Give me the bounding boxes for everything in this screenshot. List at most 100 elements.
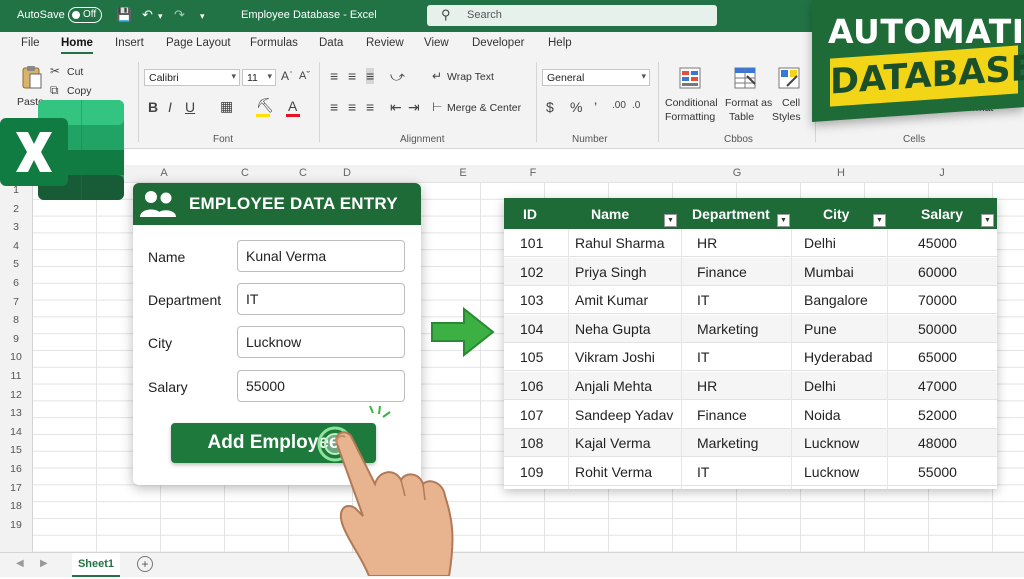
comma-icon[interactable]: ’ — [594, 99, 597, 115]
filter-dropdown-icon[interactable]: ▼ — [981, 214, 994, 227]
align-bottom-icon[interactable]: ≡ — [366, 68, 375, 84]
percent-icon[interactable]: % — [570, 99, 582, 115]
cell-styles-button[interactable]: Cell — [782, 97, 800, 109]
align-top-icon[interactable]: ≡ — [330, 68, 338, 84]
tab-developer[interactable]: Developer — [472, 37, 524, 49]
row-header[interactable]: 13 — [0, 407, 32, 419]
name-field[interactable]: Kunal Verma — [237, 240, 405, 272]
column-header[interactable]: G — [722, 167, 752, 179]
tab-insert[interactable]: Insert — [115, 37, 144, 49]
font-color-icon[interactable]: A — [288, 98, 297, 114]
tab-review[interactable]: Review — [366, 37, 404, 49]
salary-field[interactable]: 55000 — [237, 370, 405, 402]
cell-styles-icon[interactable] — [777, 66, 801, 90]
table-row[interactable]: 107 Sandeep Yadav Finance Noida 52000 — [504, 400, 997, 429]
department-field[interactable]: IT — [237, 283, 405, 315]
align-left-icon[interactable]: ≡ — [330, 99, 338, 115]
tab-page-layout[interactable]: Page Layout — [166, 37, 231, 49]
format-as-table-icon[interactable] — [733, 66, 757, 90]
column-header[interactable]: H — [826, 167, 856, 179]
scroll-left-icon[interactable]: ◀ — [16, 558, 24, 569]
align-center-icon[interactable]: ≡ — [348, 99, 356, 115]
row-header[interactable]: 6 — [0, 277, 32, 289]
row-header[interactable]: 15 — [0, 444, 32, 456]
conditional-formatting-icon[interactable] — [678, 66, 702, 90]
column-header[interactable]: C — [230, 167, 260, 179]
row-header[interactable]: 8 — [0, 314, 32, 326]
number-format-select[interactable]: General ▾ — [542, 69, 650, 86]
column-header[interactable]: A — [149, 167, 179, 179]
sheet-tab[interactable]: Sheet1 — [72, 553, 120, 577]
increase-decimal-icon[interactable]: .00 — [612, 100, 626, 111]
row-header[interactable]: 18 — [0, 500, 32, 512]
row-header[interactable]: 14 — [0, 426, 32, 438]
underline-icon[interactable]: U — [185, 99, 195, 115]
row-header[interactable]: 4 — [0, 240, 32, 252]
table-row[interactable]: 105 Vikram Joshi IT Hyderabad 65000 — [504, 343, 997, 372]
filter-dropdown-icon[interactable]: ▼ — [777, 214, 790, 227]
tab-view[interactable]: View — [424, 37, 449, 49]
table-row[interactable]: 106 Anjali Mehta HR Delhi 47000 — [504, 372, 997, 400]
column-header[interactable]: F — [518, 167, 548, 179]
cut-button[interactable]: Cut — [67, 66, 83, 78]
row-header[interactable]: 5 — [0, 258, 32, 270]
filter-dropdown-icon[interactable]: ▼ — [873, 214, 886, 227]
font-name-select[interactable]: Calibri ▾ — [144, 69, 240, 86]
tab-file[interactable]: File — [21, 37, 40, 49]
tab-formulas[interactable]: Formulas — [250, 37, 298, 49]
merge-center-button[interactable]: Merge & Center — [447, 102, 521, 114]
table-row[interactable]: 102 Priya Singh Finance Mumbai 60000 — [504, 257, 997, 286]
row-header[interactable]: 2 — [0, 203, 32, 215]
increase-font-icon[interactable]: Aˈ — [281, 69, 293, 83]
table-row[interactable]: 104 Neha Gupta Marketing Pune 50000 — [504, 314, 997, 343]
row-header[interactable]: 16 — [0, 463, 32, 475]
tab-data[interactable]: Data — [319, 37, 343, 49]
fill-color-icon[interactable]: ⛏ — [256, 97, 274, 114]
tab-home[interactable]: Home — [61, 37, 93, 54]
conditional-formatting-button[interactable]: Conditional — [665, 97, 718, 109]
undo-dropdown-icon[interactable]: ▾ — [158, 11, 163, 22]
column-header[interactable]: J — [927, 167, 957, 179]
row-header[interactable]: 19 — [0, 519, 32, 531]
column-header[interactable]: E — [448, 167, 478, 179]
currency-icon[interactable]: $ — [546, 99, 554, 115]
decrease-decimal-icon[interactable]: .0 — [632, 100, 640, 111]
table-row[interactable]: 109 Rohit Verma IT Lucknow 55000 — [504, 457, 997, 486]
font-size-select[interactable]: 11 ▾ — [242, 69, 276, 86]
borders-icon[interactable]: ▦ — [220, 98, 233, 115]
decrease-indent-icon[interactable]: ⇤ — [390, 99, 402, 116]
add-sheet-icon[interactable]: + — [137, 556, 153, 572]
autosave-toggle[interactable]: Off — [68, 7, 102, 23]
align-middle-icon[interactable]: ≡ — [348, 68, 356, 84]
undo-icon[interactable]: ↶ — [142, 7, 153, 23]
tab-help[interactable]: Help — [548, 37, 572, 49]
row-header[interactable]: 11 — [0, 370, 32, 382]
column-header[interactable]: C — [288, 167, 318, 179]
filter-dropdown-icon[interactable]: ▼ — [664, 214, 677, 227]
city-field[interactable]: Lucknow — [237, 326, 405, 358]
align-right-icon[interactable]: ≡ — [366, 99, 374, 115]
table-row[interactable]: 101 Rahul Sharma HR Delhi 45000 — [504, 229, 997, 257]
search-box[interactable]: ⚲ Search — [427, 5, 717, 26]
row-header[interactable]: 17 — [0, 482, 32, 494]
decrease-font-icon[interactable]: Aˇ — [299, 70, 310, 82]
orientation-icon[interactable]: ⤻ — [390, 68, 405, 85]
row-header[interactable]: 3 — [0, 221, 32, 233]
table-row[interactable]: 108 Kajal Verma Marketing Lucknow 48000 — [504, 429, 997, 458]
customize-qat-icon[interactable]: ▾ — [200, 11, 205, 22]
row-header[interactable]: 7 — [0, 296, 32, 308]
row-header[interactable]: 10 — [0, 351, 32, 363]
paste-icon[interactable] — [20, 64, 44, 89]
increase-indent-icon[interactable]: ⇥ — [408, 99, 420, 116]
format-as-table-button[interactable]: Format as — [725, 97, 772, 109]
row-header[interactable]: 9 — [0, 333, 32, 345]
wrap-text-button[interactable]: Wrap Text — [447, 71, 494, 83]
save-icon[interactable]: 💾 — [116, 7, 132, 23]
scroll-right-icon[interactable]: ▶ — [40, 558, 48, 569]
bold-icon[interactable]: B — [148, 99, 158, 115]
italic-icon[interactable]: I — [168, 99, 172, 115]
column-header[interactable]: D — [332, 167, 362, 179]
redo-icon[interactable]: ↷ — [174, 7, 185, 23]
row-header[interactable]: 12 — [0, 389, 32, 401]
table-row[interactable]: 103 Amit Kumar IT Bangalore 70000 — [504, 286, 997, 315]
